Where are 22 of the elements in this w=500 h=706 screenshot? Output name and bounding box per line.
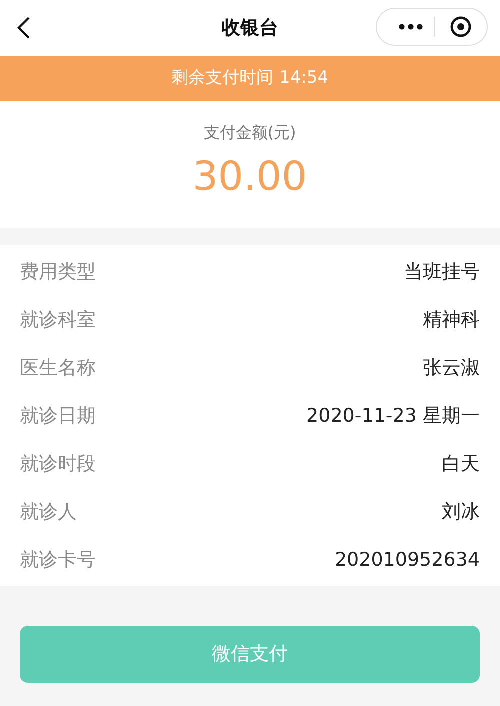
detail-label: 就诊人 — [20, 500, 77, 525]
detail-label: 就诊时段 — [20, 452, 96, 477]
countdown-time: 14:54 — [280, 66, 328, 90]
detail-label: 医生名称 — [20, 356, 96, 381]
detail-value: 2020-11-23 星期一 — [306, 404, 480, 429]
detail-label: 费用类型 — [20, 260, 96, 285]
detail-value: 当班挂号 — [404, 260, 480, 285]
detail-value: 张云淑 — [423, 356, 480, 381]
amount-value: 30.00 — [192, 157, 308, 197]
detail-value: 202010952634 — [334, 548, 480, 573]
detail-value: 白天 — [442, 452, 480, 477]
detail-value: 刘冰 — [442, 500, 480, 525]
pay-button[interactable]: 微信支付 — [20, 626, 480, 683]
detail-value: 精神科 — [423, 308, 480, 333]
amount-label: 支付金额(元) — [204, 122, 296, 144]
countdown-label: 剩余支付时间 — [172, 66, 274, 90]
more-icon[interactable] — [399, 24, 423, 30]
page-title: 收银台 — [222, 16, 278, 41]
detail-label: 就诊卡号 — [20, 548, 96, 573]
back-icon[interactable] — [16, 16, 32, 40]
detail-label: 就诊日期 — [20, 404, 96, 429]
detail-label: 就诊科室 — [20, 308, 96, 333]
